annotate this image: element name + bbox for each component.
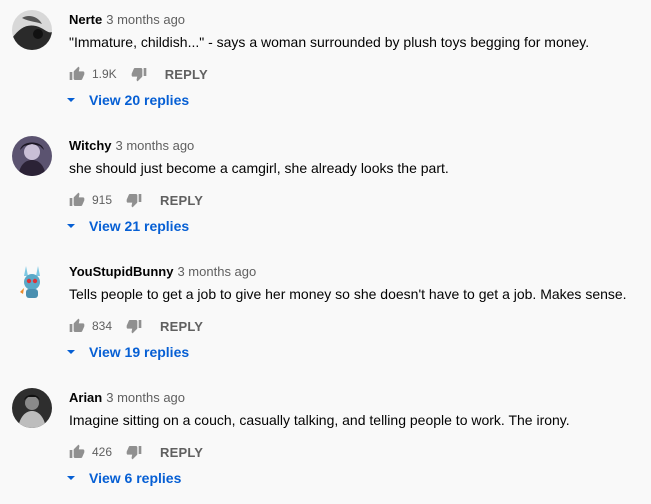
avatar[interactable] (12, 10, 52, 50)
thumb-up-icon[interactable] (69, 66, 85, 82)
comment-actions: 1.9K REPLY (69, 62, 208, 86)
view-replies-label: View 6 replies (89, 470, 182, 486)
comment-thread: Witchy 3 months ago she should just becom… (0, 126, 651, 252)
comment-author[interactable]: Arian (69, 390, 102, 405)
view-replies-button[interactable]: View 6 replies (66, 467, 181, 489)
comment-actions: 915 REPLY (69, 188, 203, 212)
view-replies-label: View 20 replies (89, 92, 190, 108)
like-count: 834 (92, 319, 113, 333)
comment-time[interactable]: 3 months ago (177, 264, 256, 279)
avatar[interactable] (12, 136, 52, 176)
comment-header: YouStupidBunny 3 months ago (69, 263, 256, 281)
view-replies-button[interactable]: View 21 replies (66, 215, 189, 237)
thumb-down-icon[interactable] (126, 318, 142, 334)
comment-thread: Arian 3 months ago Imagine sitting on a c… (0, 378, 651, 504)
comment-time[interactable]: 3 months ago (106, 12, 185, 27)
reply-button[interactable]: REPLY (160, 193, 203, 208)
thumb-up-icon[interactable] (69, 444, 85, 460)
thumb-down-icon[interactable] (131, 66, 147, 82)
caret-down-icon (67, 224, 75, 228)
comment-header: Witchy 3 months ago (69, 137, 194, 155)
comment-time[interactable]: 3 months ago (106, 390, 185, 405)
caret-down-icon (67, 350, 75, 354)
thumb-down-icon[interactable] (126, 192, 142, 208)
reply-button[interactable]: REPLY (160, 319, 203, 334)
comment-author[interactable]: YouStupidBunny (69, 264, 173, 279)
comment-author[interactable]: Nerte (69, 12, 102, 27)
comment-time[interactable]: 3 months ago (116, 138, 195, 153)
like-count: 915 (92, 193, 113, 207)
comment-header: Nerte 3 months ago (69, 11, 185, 29)
like-count: 1.9K (92, 67, 117, 81)
view-replies-button[interactable]: View 19 replies (66, 341, 189, 363)
comment-author[interactable]: Witchy (69, 138, 112, 153)
reply-button[interactable]: REPLY (160, 445, 203, 460)
thumb-up-icon[interactable] (69, 192, 85, 208)
avatar[interactable] (12, 262, 52, 302)
comment-text: she should just become a camgirl, she al… (69, 160, 449, 176)
view-replies-label: View 21 replies (89, 218, 190, 234)
thumb-down-icon[interactable] (126, 444, 142, 460)
comment-actions: 834 REPLY (69, 314, 203, 338)
view-replies-label: View 19 replies (89, 344, 190, 360)
comment-text: "Immature, childish..." - says a woman s… (69, 34, 590, 50)
like-count: 426 (92, 445, 113, 459)
comment-header: Arian 3 months ago (69, 389, 185, 407)
comment-thread: YouStupidBunny 3 months ago Tells people … (0, 252, 651, 378)
caret-down-icon (67, 98, 75, 102)
reply-button[interactable]: REPLY (165, 67, 208, 82)
thumb-up-icon[interactable] (69, 318, 85, 334)
comment-text: Tells people to get a job to give her mo… (69, 286, 627, 302)
view-replies-button[interactable]: View 20 replies (66, 89, 189, 111)
caret-down-icon (67, 476, 75, 480)
avatar[interactable] (12, 388, 52, 428)
comment-text: Imagine sitting on a couch, casually tal… (69, 412, 570, 428)
comment-actions: 426 REPLY (69, 440, 203, 464)
comment-thread: Nerte 3 months ago "Immature, childish...… (0, 0, 651, 126)
